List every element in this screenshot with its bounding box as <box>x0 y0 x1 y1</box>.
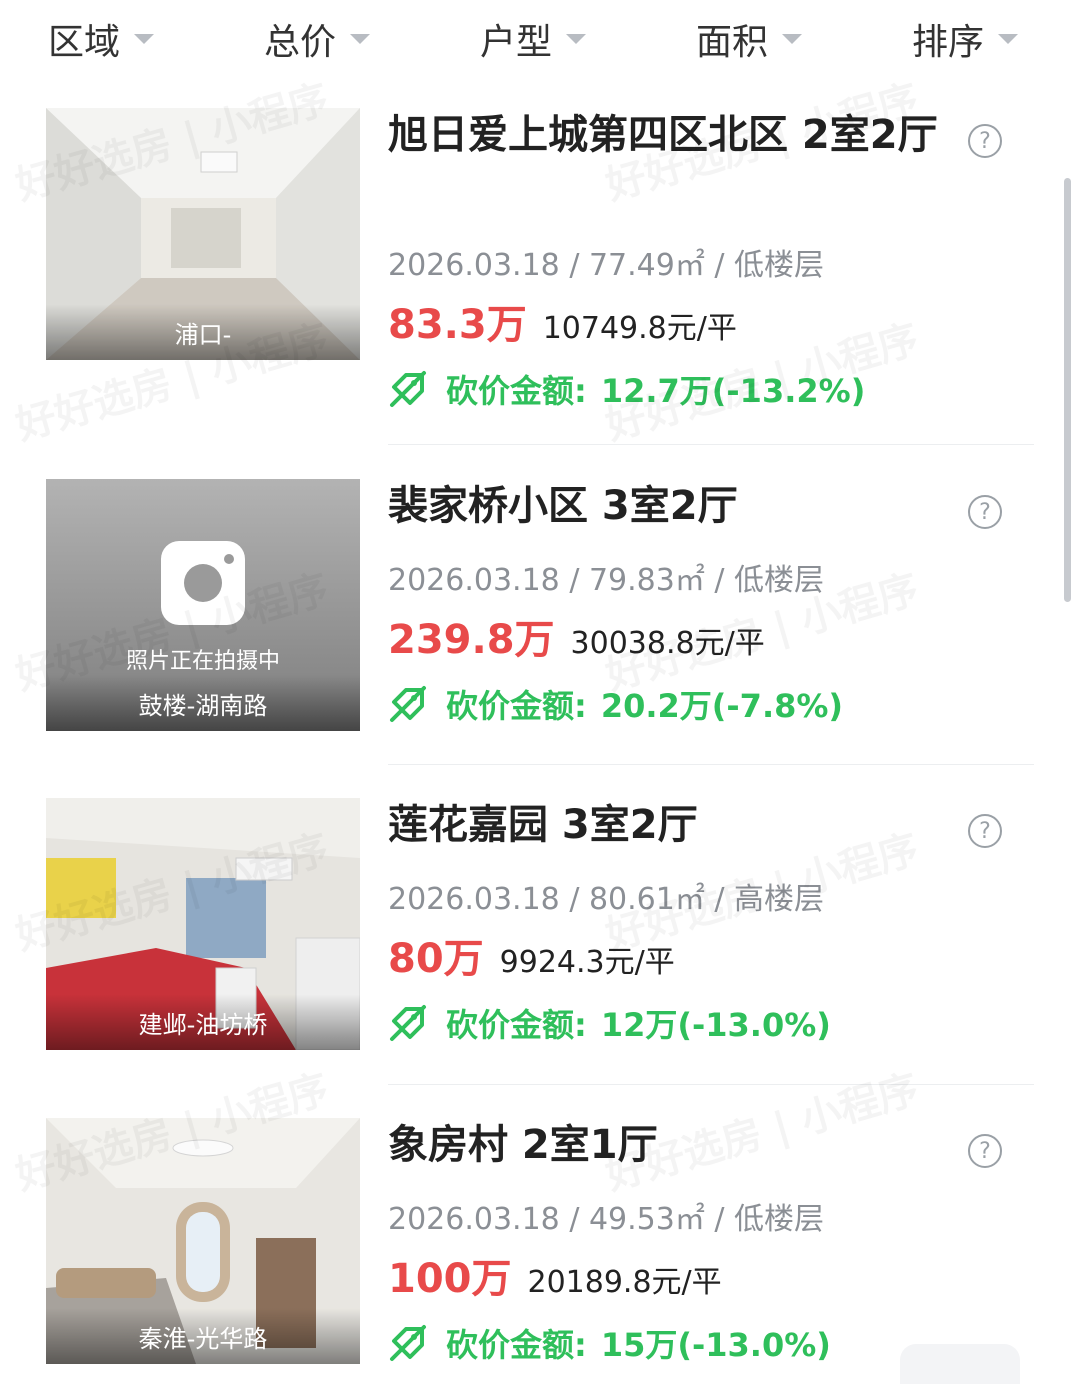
listing-location: 建邺-油坊桥 <box>46 994 360 1050</box>
price-cut-row: 砍价金额: 12.7万(-13.2%) <box>388 366 865 412</box>
price-cut-label: 砍价金额: <box>446 372 587 410</box>
listing-photo[interactable]: 照片正在拍摄中 鼓楼-湖南路 <box>46 479 360 731</box>
tag-slash-icon <box>390 686 426 722</box>
price-cut-row: 砍价金额: 12万(-13.0%) <box>388 1000 831 1046</box>
price-cut-label: 砍价金额: <box>446 1006 587 1044</box>
help-icon[interactable]: ? <box>968 124 1002 158</box>
unit-price: 9924.3元/平 <box>499 945 675 980</box>
price-cut-label: 砍价金额: <box>446 687 587 725</box>
listing-title[interactable]: 旭日爱上城第四区北区 2室2厅 <box>388 108 958 162</box>
price-cut-row: 砍价金额: 15万(-13.0%) <box>388 1320 831 1366</box>
unit-price: 20189.8元/平 <box>527 1265 722 1300</box>
listing-area: 77.49㎡ <box>588 248 705 283</box>
divider <box>388 444 1034 445</box>
listing-area: 80.61㎡ <box>588 882 705 917</box>
listing-floor: 低楼层 <box>734 1202 825 1237</box>
listing-date: 2026.03.18 <box>388 1202 560 1237</box>
filter-sort-label: 排序 <box>912 22 985 63</box>
listing-photo[interactable]: 浦口- <box>46 108 360 360</box>
filter-total-price-label: 总价 <box>264 22 337 63</box>
tag-slash-icon <box>390 371 426 407</box>
filter-layout-label: 户型 <box>480 22 553 63</box>
listing-meta: 2026.03.18 / 80.61㎡ / 高楼层 <box>388 882 825 917</box>
price-cut-label: 砍价金额: <box>446 1326 587 1364</box>
chevron-down-icon <box>566 34 587 44</box>
listing-floor: 高楼层 <box>734 882 825 917</box>
filter-area[interactable]: 面积 <box>696 14 803 64</box>
unit-price: 10749.8元/平 <box>542 311 737 346</box>
divider <box>388 764 1034 765</box>
help-icon[interactable]: ? <box>968 495 1002 529</box>
price-cut-value: 12万(-13.0%) <box>600 1006 831 1044</box>
listing-meta: 2026.03.18 / 49.53㎡ / 低楼层 <box>388 1202 825 1237</box>
listing-card[interactable]: 秦淮-光华路 象房村 2室1厅 ? 2026.03.18 / 49.53㎡ / … <box>0 1118 1080 1364</box>
listing-title[interactable]: 象房村 2室1厅 <box>388 1118 958 1172</box>
listing-photo[interactable]: 秦淮-光华路 <box>46 1118 360 1364</box>
filter-area-label: 面积 <box>696 22 769 63</box>
listing-date: 2026.03.18 <box>388 563 560 598</box>
price-row: 239.8万 30038.8元/平 <box>388 607 765 665</box>
price-cut-value: 15万(-13.0%) <box>600 1326 831 1364</box>
listing-date: 2026.03.18 <box>388 882 560 917</box>
photo-pending-note: 照片正在拍摄中 <box>125 649 280 674</box>
chevron-down-icon <box>782 34 803 44</box>
help-icon[interactable]: ? <box>968 814 1002 848</box>
listing-title[interactable]: 莲花嘉园 3室2厅 <box>388 798 958 852</box>
total-price: 100万 <box>388 1256 512 1302</box>
bottom-tab-edge <box>900 1344 1020 1384</box>
chevron-down-icon <box>134 34 155 44</box>
listing-floor: 低楼层 <box>734 248 825 283</box>
price-row: 80万 9924.3元/平 <box>388 926 675 984</box>
listing-area: 79.83㎡ <box>588 563 705 598</box>
listing-card[interactable]: 浦口- 旭日爱上城第四区北区 2室2厅 ? 2026.03.18 / 77.49… <box>0 108 1080 428</box>
chevron-down-icon <box>350 34 371 44</box>
unit-price: 30038.8元/平 <box>570 626 765 661</box>
tag-slash-icon <box>390 1005 426 1041</box>
filter-bar: 区域 总价 户型 面积 排序 <box>0 0 1080 78</box>
listing-photo[interactable]: 建邺-油坊桥 <box>46 798 360 1050</box>
filter-layout[interactable]: 户型 <box>480 14 587 64</box>
listing-location: 鼓楼-湖南路 <box>46 675 360 731</box>
listing-card[interactable]: 照片正在拍摄中 鼓楼-湖南路 裴家桥小区 3室2厅 ? 2026.03.18 /… <box>0 479 1080 799</box>
listing-card[interactable]: 建邺-油坊桥 莲花嘉园 3室2厅 ? 2026.03.18 / 80.61㎡ /… <box>0 798 1080 1118</box>
price-row: 100万 20189.8元/平 <box>388 1246 722 1304</box>
filter-total-price[interactable]: 总价 <box>264 14 371 64</box>
price-cut-value: 20.2万(-7.8%) <box>600 687 844 725</box>
listing-meta: 2026.03.18 / 77.49㎡ / 低楼层 <box>388 248 825 283</box>
tag-slash-icon <box>390 1325 426 1361</box>
filter-region[interactable]: 区域 <box>48 14 155 64</box>
divider <box>388 1084 1034 1085</box>
chevron-down-icon <box>998 34 1019 44</box>
price-cut-row: 砍价金额: 20.2万(-7.8%) <box>388 681 843 727</box>
listing-location: 秦淮-光华路 <box>46 1308 360 1364</box>
price-row: 83.3万 10749.8元/平 <box>388 292 737 350</box>
price-cut-value: 12.7万(-13.2%) <box>600 372 866 410</box>
listing-title[interactable]: 裴家桥小区 3室2厅 <box>388 479 958 533</box>
scrollbar[interactable] <box>1064 178 1071 602</box>
listing-area: 49.53㎡ <box>588 1202 705 1237</box>
listing-date: 2026.03.18 <box>388 248 560 283</box>
filter-region-label: 区域 <box>48 22 121 63</box>
total-price: 83.3万 <box>388 302 527 348</box>
listing-location: 浦口- <box>46 304 360 360</box>
help-icon[interactable]: ? <box>968 1134 1002 1168</box>
filter-sort[interactable]: 排序 <box>912 14 1019 64</box>
total-price: 239.8万 <box>388 617 555 663</box>
listing-meta: 2026.03.18 / 79.83㎡ / 低楼层 <box>388 563 825 598</box>
listing-floor: 低楼层 <box>734 563 825 598</box>
total-price: 80万 <box>388 936 484 982</box>
